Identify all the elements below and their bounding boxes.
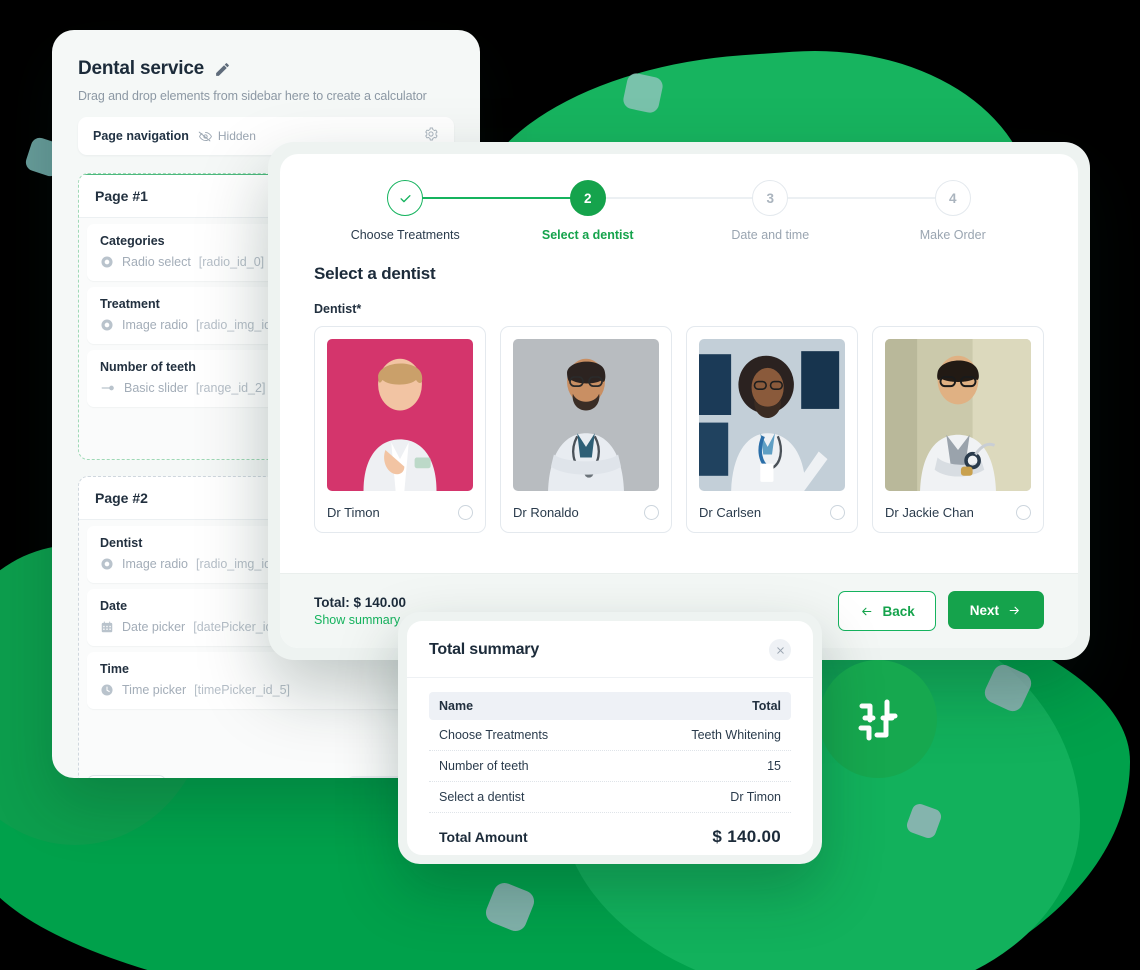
- page-title: Dental service: [78, 58, 205, 79]
- field-id: [range_id_2]: [195, 381, 266, 395]
- preview-content: Select a dentist Dentist* Dr Timon Dr Ro…: [280, 248, 1078, 557]
- dentist-field-label: Dentist*: [314, 302, 362, 316]
- table-row: Select a dentist Dr Timon: [429, 782, 791, 813]
- summary-table-header: Name Total: [429, 692, 791, 720]
- dentist-card[interactable]: Dr Timon: [314, 326, 486, 533]
- row-value: Dr Timon: [730, 790, 781, 804]
- close-icon[interactable]: [769, 639, 791, 661]
- builder-back-button[interactable]: Back: [87, 775, 166, 778]
- preview-next-button[interactable]: Next: [947, 591, 1044, 629]
- pencil-icon[interactable]: [214, 61, 231, 78]
- step-connector-filled: [405, 197, 588, 199]
- step-1-bubble: [387, 180, 424, 216]
- row-name: Number of teeth: [439, 759, 529, 773]
- field-label: Time: [100, 662, 129, 676]
- total-amount-label: Total Amount: [439, 829, 528, 845]
- radio-icon: [101, 319, 113, 331]
- field-type: Image radio: [122, 557, 189, 571]
- step-3-bubble: 3: [752, 180, 789, 216]
- dentist-photo: [327, 339, 473, 491]
- form-preview-window: Choose Treatments 2 Select a dentist 3 D…: [268, 142, 1090, 660]
- table-row: Choose Treatments Teeth Whitening: [429, 720, 791, 751]
- dentist-name: Dr Jackie Chan: [885, 505, 974, 520]
- field-type: Basic slider: [124, 381, 188, 395]
- step-1-label: Choose Treatments: [350, 228, 460, 242]
- stormy-logo-icon: [858, 699, 898, 741]
- radio-icon: [101, 256, 113, 268]
- row-value: 15: [767, 759, 781, 773]
- step-3-label: Date and time: [731, 228, 810, 242]
- dentist-name: Dr Carlsen: [699, 505, 762, 520]
- dentist-photo: [885, 339, 1031, 491]
- field-type: Radio select: [122, 255, 191, 269]
- brand-logo-badge: [819, 660, 937, 778]
- builder-field[interactable]: Time Time picker [timePicker_id_5]: [87, 652, 445, 709]
- dentist-radio[interactable]: [1016, 505, 1031, 520]
- field-id: [timePicker_id_5]: [194, 683, 291, 697]
- section-heading: Select a dentist: [314, 264, 436, 283]
- dentist-photo: [699, 339, 845, 491]
- dentist-card[interactable]: Dr Carlsen: [686, 326, 858, 533]
- modal-header: Total summary: [407, 621, 813, 678]
- field-type: Time picker: [122, 683, 187, 697]
- step-1-choose-treatments[interactable]: Choose Treatments: [314, 180, 497, 242]
- step-connector: [770, 197, 953, 199]
- preview-back-label: Back: [882, 603, 915, 619]
- dentist-radio[interactable]: [458, 505, 473, 520]
- calendar-icon: [101, 621, 113, 633]
- dentist-card[interactable]: Dr Jackie Chan: [872, 326, 1044, 533]
- total-amount-value: $ 140.00: [712, 827, 781, 846]
- step-2-label: Select a dentist: [541, 228, 634, 242]
- clock-icon: [101, 684, 113, 696]
- builder-page-2-footer: Back Make Order: [79, 761, 453, 778]
- builder-header: Dental service: [78, 58, 454, 80]
- show-summary-link[interactable]: Show summary: [314, 613, 406, 627]
- field-id: [radio_id_0]: [198, 255, 265, 269]
- page-navigation-label: Page navigation: [93, 129, 189, 143]
- eye-off-icon: [198, 131, 212, 141]
- step-4-make-order[interactable]: 4 Make Order: [862, 180, 1045, 242]
- table-row: Number of teeth 15: [429, 751, 791, 782]
- modal-body: Name Total Choose Treatments Teeth White…: [407, 678, 813, 855]
- row-value: Teeth Whitening: [691, 728, 781, 742]
- drop-zone[interactable]: [79, 715, 453, 761]
- step-3-date-and-time[interactable]: 3 Date and time: [679, 180, 862, 242]
- total-amount-text: Total: $ 140.00: [314, 595, 407, 610]
- dentist-name: Dr Ronaldo: [513, 505, 579, 520]
- summary-total-row: Total Amount $ 140.00: [429, 813, 791, 855]
- row-name: Choose Treatments: [439, 728, 549, 742]
- column-total: Total: [752, 699, 781, 713]
- step-4-bubble: 4: [934, 180, 971, 216]
- visibility-label: Hidden: [217, 129, 256, 143]
- dentist-photo: [513, 339, 659, 491]
- step-connector: [587, 197, 771, 199]
- step-4-label: Make Order: [919, 228, 986, 242]
- visibility-state: Hidden: [198, 129, 256, 144]
- field-type: Date picker: [122, 620, 186, 634]
- dentist-radio[interactable]: [830, 505, 845, 520]
- preview-next-label: Next: [969, 602, 999, 618]
- modal-title: Total summary: [429, 641, 540, 658]
- total-summary-modal: Total summary Name Total Choose Treatmen…: [398, 612, 822, 864]
- step-2-bubble: 2: [569, 180, 606, 216]
- preview-back-button[interactable]: Back: [838, 591, 936, 631]
- field-type: Image radio: [122, 318, 189, 332]
- radio-icon: [101, 558, 113, 570]
- arrow-left-icon: [862, 607, 872, 615]
- column-name: Name: [439, 699, 474, 713]
- arrow-right-icon: [1009, 606, 1019, 614]
- page-root: Dental service Drag and drop elements fr…: [0, 0, 1140, 970]
- slider-icon: [101, 385, 114, 391]
- row-name: Select a dentist: [439, 790, 525, 804]
- dentist-option-list: Dr Timon Dr Ronaldo Dr Carlsen Dr Jackie…: [314, 326, 1044, 533]
- step-2-select-dentist[interactable]: 2 Select a dentist: [497, 180, 680, 242]
- dentist-radio[interactable]: [644, 505, 659, 520]
- dentist-card[interactable]: Dr Ronaldo: [500, 326, 672, 533]
- total-block: Total: $ 140.00 Show summary: [314, 595, 406, 627]
- builder-subtitle: Drag and drop elements from sidebar here…: [78, 89, 427, 103]
- check-icon: [400, 194, 411, 202]
- dentist-name: Dr Timon: [327, 505, 380, 520]
- step-progress-bar: Choose Treatments 2 Select a dentist 3 D…: [280, 154, 1078, 248]
